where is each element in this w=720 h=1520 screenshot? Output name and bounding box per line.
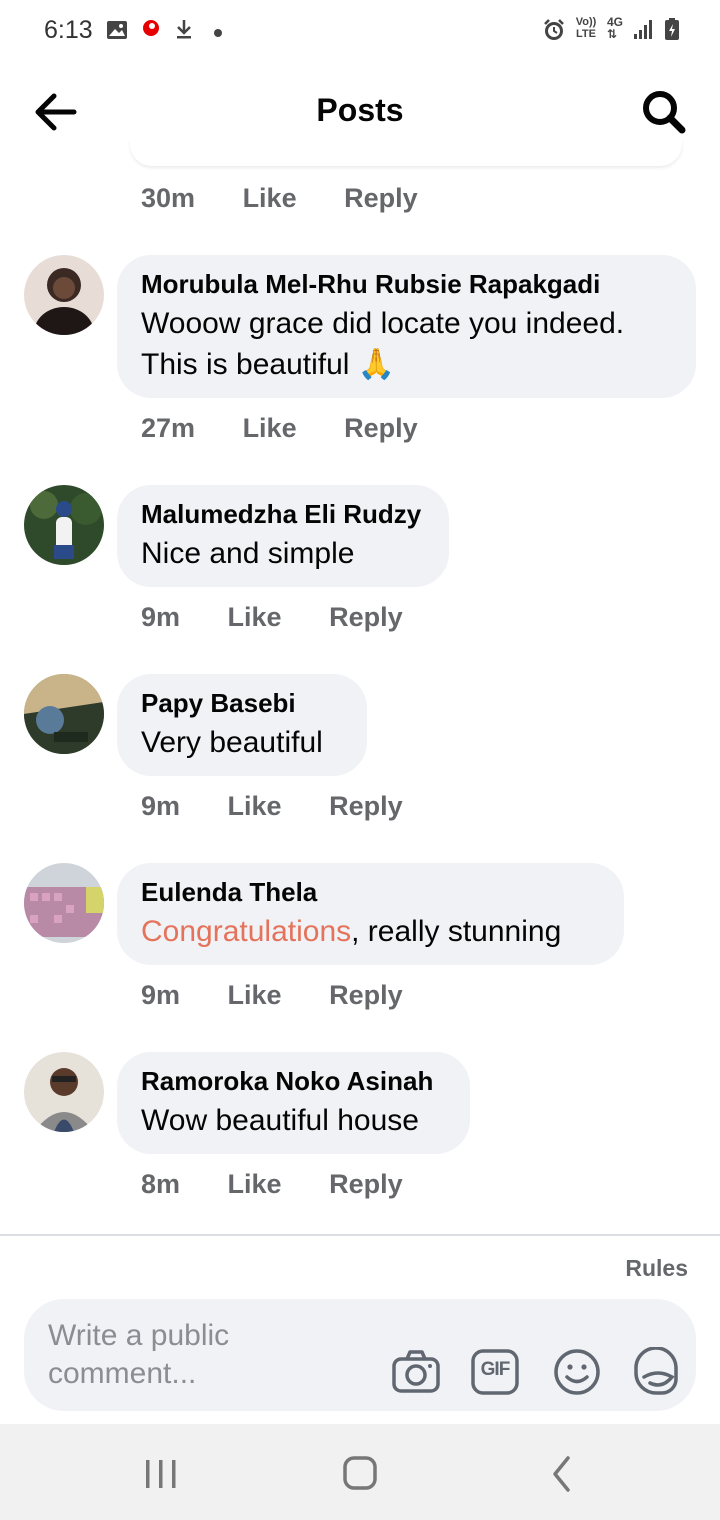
comment-time: 27m xyxy=(141,413,196,443)
sticker-icon[interactable] xyxy=(632,1346,682,1397)
gif-icon[interactable]: GIF xyxy=(470,1347,520,1397)
reply-button[interactable]: Reply xyxy=(344,413,418,444)
avatar[interactable] xyxy=(24,255,104,335)
comment-time: 9m xyxy=(141,602,181,632)
comment-time: 9m xyxy=(141,791,181,821)
back-icon[interactable] xyxy=(538,1454,588,1494)
comment-bubble: Morubula Mel-Rhu Rubsie Rapakgadi Wooow … xyxy=(117,255,696,398)
comment-text-line: Wooow grace did locate you indeed. xyxy=(141,307,625,340)
comment-bubble: Eulenda Thela Congratulations, really st… xyxy=(117,863,624,965)
previous-comment-bubble xyxy=(130,140,682,166)
like-button[interactable]: Like xyxy=(243,413,297,444)
avatar[interactable] xyxy=(24,863,104,943)
comment-author[interactable]: Malumedzha Eli Rudzy xyxy=(141,499,425,530)
comment-actions: 30m Like Reply xyxy=(141,183,418,214)
recent-apps-icon[interactable] xyxy=(136,1454,186,1494)
comment-text: Nice and simple xyxy=(141,537,355,570)
comment-time: 9m xyxy=(141,980,181,1010)
like-button[interactable]: Like xyxy=(243,183,297,214)
comment-time: 8m xyxy=(141,1169,181,1199)
battery-icon xyxy=(664,17,680,46)
reply-button[interactable]: Reply xyxy=(329,602,403,633)
comment-author[interactable]: Morubula Mel-Rhu Rubsie Rapakgadi xyxy=(141,269,672,300)
pray-emoji-icon: 🙏 xyxy=(357,347,396,382)
volte-icon: Vo)) LTE xyxy=(575,16,597,40)
highlighted-text[interactable]: Congratulations xyxy=(141,915,351,948)
vodafone-icon xyxy=(142,19,160,42)
status-bar: 6:13 Vo)) LTE 4G ⇅ xyxy=(0,0,720,60)
avatar[interactable] xyxy=(24,1052,104,1132)
avatar[interactable] xyxy=(24,485,104,565)
comment-actions: 9m Like Reply xyxy=(141,980,403,1011)
comment-time: 30m xyxy=(141,183,196,213)
comment-text: Congratulations, really stunning xyxy=(141,911,600,952)
divider xyxy=(0,1234,720,1236)
home-icon[interactable] xyxy=(335,1454,385,1494)
comment-text: Very beautiful xyxy=(141,726,323,759)
comment-text: Wow beautiful house xyxy=(141,1104,419,1137)
status-time: 6:13 xyxy=(44,16,93,44)
reply-button[interactable]: Reply xyxy=(329,1169,403,1200)
comment-actions: 8m Like Reply xyxy=(141,1169,403,1200)
comment-actions: 9m Like Reply xyxy=(141,791,403,822)
avatar[interactable] xyxy=(24,674,104,754)
image-icon xyxy=(106,20,128,45)
system-nav-bar xyxy=(0,1424,720,1520)
like-button[interactable]: Like xyxy=(228,602,282,633)
comment-text: Wooow grace did locate you indeed. This … xyxy=(141,303,672,385)
download-icon xyxy=(174,18,194,45)
rules-link[interactable]: Rules xyxy=(625,1255,688,1282)
comment-text-line: This is beautiful xyxy=(141,348,350,381)
comment-actions: 27m Like Reply xyxy=(141,413,418,444)
alarm-icon xyxy=(542,18,566,47)
reply-button[interactable]: Reply xyxy=(329,791,403,822)
emoji-icon[interactable] xyxy=(552,1347,602,1397)
comment-bubble: Malumedzha Eli Rudzy Nice and simple xyxy=(117,485,449,587)
comment-author[interactable]: Ramoroka Noko Asinah xyxy=(141,1066,446,1097)
camera-icon[interactable] xyxy=(391,1347,441,1397)
page-title: Posts xyxy=(316,92,404,128)
comment-author[interactable]: Eulenda Thela xyxy=(141,877,600,908)
like-button[interactable]: Like xyxy=(228,980,282,1011)
4g-icon: 4G ⇅ xyxy=(607,15,624,41)
signal-icon xyxy=(632,18,654,45)
reply-button[interactable]: Reply xyxy=(344,183,418,214)
dot-icon xyxy=(213,25,223,43)
like-button[interactable]: Like xyxy=(228,1169,282,1200)
comment-bubble: Ramoroka Noko Asinah Wow beautiful house xyxy=(117,1052,470,1154)
comment-author[interactable]: Papy Basebi xyxy=(141,688,343,719)
comment-actions: 9m Like Reply xyxy=(141,602,403,633)
comment-text-rest: , really stunning xyxy=(351,915,562,948)
comment-composer: GIF xyxy=(24,1299,696,1411)
reply-button[interactable]: Reply xyxy=(329,980,403,1011)
comment-bubble: Papy Basebi Very beautiful xyxy=(117,674,367,776)
comment-input[interactable] xyxy=(48,1317,378,1397)
search-icon[interactable] xyxy=(638,86,690,138)
like-button[interactable]: Like xyxy=(228,791,282,822)
gif-label: GIF xyxy=(480,1359,511,1380)
